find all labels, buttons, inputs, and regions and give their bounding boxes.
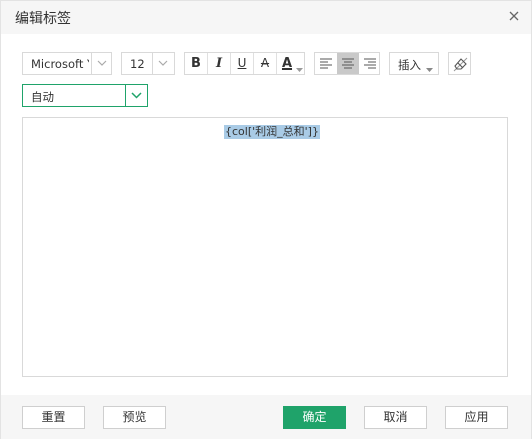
caret-down-icon bbox=[426, 62, 433, 76]
align-center-icon[interactable] bbox=[337, 53, 359, 74]
font-family-select[interactable]: Microsoft Ya bbox=[22, 52, 112, 75]
insert-label: 插入 bbox=[398, 58, 421, 72]
cancel-button[interactable]: 取消 bbox=[364, 406, 427, 429]
close-icon[interactable] bbox=[505, 7, 523, 25]
strikethrough-icon[interactable]: A bbox=[254, 53, 276, 74]
font-size-value: 12 bbox=[130, 57, 145, 71]
align-left-icon[interactable] bbox=[315, 53, 337, 74]
preview-button[interactable]: 预览 bbox=[103, 406, 166, 429]
insert-dropdown[interactable]: 插入 bbox=[389, 52, 439, 75]
font-size-select[interactable]: 12 bbox=[121, 52, 175, 75]
font-family-value: Microsoft Ya bbox=[31, 57, 89, 71]
clear-format-button[interactable] bbox=[448, 52, 471, 75]
mode-select[interactable]: 自动 bbox=[22, 84, 148, 107]
mode-select-value: 自动 bbox=[31, 90, 54, 104]
align-right-icon[interactable] bbox=[359, 53, 381, 74]
underline-icon[interactable]: U bbox=[231, 53, 253, 74]
edit-label-dialog: 编辑标签 Microsoft Ya 12 B I U A A bbox=[0, 0, 532, 439]
dialog-footer: 重置 预览 确定 取消 应用 bbox=[1, 395, 531, 439]
eraser-icon bbox=[453, 57, 468, 72]
chevron-down-icon[interactable] bbox=[152, 53, 174, 74]
italic-icon[interactable]: I bbox=[208, 53, 230, 74]
chevron-down-icon[interactable] bbox=[91, 53, 111, 74]
font-color-dropdown-icon[interactable] bbox=[296, 62, 303, 76]
dialog-header: 编辑标签 bbox=[1, 1, 531, 34]
bold-icon[interactable]: B bbox=[185, 53, 207, 74]
alignment-group bbox=[314, 52, 380, 75]
text-format-group: B I U A A bbox=[184, 52, 305, 75]
label-editor[interactable]: {col['利润_总和']} bbox=[22, 117, 508, 377]
chevron-down-icon[interactable] bbox=[125, 85, 147, 106]
reset-button[interactable]: 重置 bbox=[22, 406, 85, 429]
format-toolbar: Microsoft Ya 12 B I U A A bbox=[22, 52, 512, 75]
selected-expression[interactable]: {col['利润_总和']} bbox=[224, 125, 320, 139]
font-color-icon[interactable]: A bbox=[277, 53, 297, 74]
apply-button[interactable]: 应用 bbox=[445, 406, 508, 429]
dialog-title: 编辑标签 bbox=[15, 11, 71, 27]
ok-button[interactable]: 确定 bbox=[283, 406, 346, 429]
